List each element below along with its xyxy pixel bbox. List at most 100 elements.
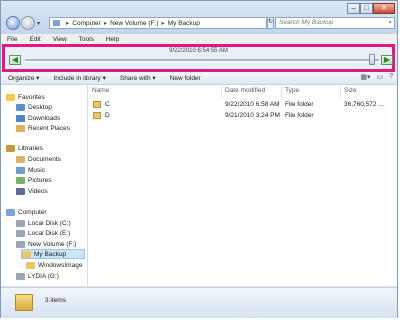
folder-icon xyxy=(93,112,101,119)
column-header-name[interactable]: Name xyxy=(92,87,109,97)
folder-icon xyxy=(22,250,31,258)
nav-label: Local Disk (C:) xyxy=(28,219,71,227)
file-name: C xyxy=(105,101,110,108)
change-view-icon[interactable]: ▦▾ xyxy=(360,73,370,81)
documents-icon xyxy=(16,155,25,163)
recent-pages-dropdown-icon[interactable]: ▾ xyxy=(37,20,40,27)
table-row[interactable]: C 9/22/2010 6:58 AM File folder 36,760,5… xyxy=(88,100,397,110)
nav-windowsimage[interactable]: WindowsImage xyxy=(26,260,82,270)
search-icon: ⌕ xyxy=(388,19,392,26)
search-placeholder: Search My Backup xyxy=(279,19,334,26)
column-header-size[interactable]: Size xyxy=(344,87,357,97)
refresh-icon[interactable]: ↻ xyxy=(267,17,274,29)
nav-local-disk-c[interactable]: Local Disk (C:) xyxy=(16,218,71,228)
breadcrumb-new-volume[interactable]: New Volume (F:) xyxy=(110,20,158,27)
address-bar[interactable]: ▸ Computer ▸ New Volume (F:) ▸ My Backup xyxy=(49,17,267,29)
videos-icon xyxy=(16,187,25,195)
file-type: File folder xyxy=(285,101,314,108)
nav-label: Favorites xyxy=(18,93,45,101)
column-header-type[interactable]: Type xyxy=(285,87,299,97)
nav-pictures[interactable]: Pictures xyxy=(16,175,51,185)
nav-downloads[interactable]: Downloads xyxy=(16,113,60,123)
breadcrumb-my-backup[interactable]: My Backup xyxy=(168,20,200,27)
back-button[interactable]: ‹ xyxy=(6,16,20,30)
nav-desktop[interactable]: Desktop xyxy=(16,102,52,112)
new-folder-button[interactable]: New folder xyxy=(163,75,208,82)
file-size: 36,760,572 ... xyxy=(344,101,384,108)
include-in-library-button[interactable]: Include in library ▾ xyxy=(46,74,112,82)
column-divider[interactable] xyxy=(221,86,222,98)
maximize-button[interactable]: □ xyxy=(360,3,373,14)
column-divider[interactable] xyxy=(340,86,341,98)
menu-tools[interactable]: Tools xyxy=(73,36,100,43)
nav-music[interactable]: Music xyxy=(16,165,45,175)
help-icon[interactable]: ? xyxy=(389,73,393,81)
nav-libraries[interactable]: Libraries xyxy=(6,143,43,153)
file-list: Name Date modified Type Size C 9/22/2010… xyxy=(88,85,397,286)
next-snapshot-button[interactable]: ▶ xyxy=(381,55,393,65)
pictures-icon xyxy=(16,176,25,184)
menu-edit[interactable]: Edit xyxy=(23,36,46,43)
organize-button[interactable]: Organize ▾ xyxy=(1,74,46,82)
column-header-date-modified[interactable]: Date modified xyxy=(225,87,265,97)
nav-label: Recent Places xyxy=(28,124,70,132)
nav-label: LYDIA (G:) xyxy=(28,272,59,280)
nav-label: WindowsImage xyxy=(38,261,83,269)
computer-icon xyxy=(53,20,60,26)
usb-drive-icon xyxy=(16,272,25,280)
nav-label: New Volume (F:) xyxy=(28,240,77,248)
nav-lydia-g[interactable]: LYDIA (G:) xyxy=(16,271,59,281)
breadcrumb-separator-icon: ▸ xyxy=(161,20,165,27)
close-button[interactable]: ✕ xyxy=(373,3,395,14)
drive-icon xyxy=(16,240,25,248)
computer-icon xyxy=(6,208,15,216)
nav-label: Desktop xyxy=(28,103,52,111)
previous-snapshot-button[interactable]: ◀ xyxy=(9,55,21,65)
recent-places-icon xyxy=(16,124,25,132)
menu-file[interactable]: File xyxy=(1,36,23,43)
timeline-timestamp: 9/22/2010 6:54:55 AM xyxy=(169,48,228,54)
folder-icon xyxy=(26,261,35,269)
nav-new-volume-f[interactable]: New Volume (F:) xyxy=(16,239,76,249)
nav-computer[interactable]: Computer xyxy=(6,207,47,217)
timeline-slider-thumb[interactable] xyxy=(368,54,375,65)
nav-label: My Backup xyxy=(34,250,67,258)
file-date: 9/22/2010 6:58 AM xyxy=(225,101,280,108)
nav-local-disk-e[interactable]: Local Disk (E:) xyxy=(16,228,70,238)
breadcrumb-computer[interactable]: Computer xyxy=(72,20,101,27)
explorer-window: – □ ✕ ‹ › ▾ ▸ Computer ▸ New Volume (F:)… xyxy=(0,0,398,318)
desktop-icon xyxy=(16,103,25,111)
file-name: D xyxy=(105,112,110,119)
star-icon xyxy=(6,93,15,101)
nav-videos[interactable]: Videos xyxy=(16,186,48,196)
nav-favorites[interactable]: Favorites xyxy=(6,92,45,102)
minimize-button[interactable]: – xyxy=(347,3,360,14)
nav-label: Videos xyxy=(28,187,48,195)
preview-pane-icon[interactable]: ▭ xyxy=(376,73,383,81)
command-bar: Organize ▾ Include in library ▾ Share wi… xyxy=(1,72,397,85)
nav-label: Downloads xyxy=(28,114,61,122)
nav-label: Pictures xyxy=(28,176,52,184)
share-with-button[interactable]: Share with ▾ xyxy=(113,74,163,82)
menu-view[interactable]: View xyxy=(47,36,73,43)
column-divider[interactable] xyxy=(281,86,282,98)
file-type: File folder xyxy=(285,112,314,119)
nav-documents[interactable]: Documents xyxy=(16,154,61,164)
nav-label: Computer xyxy=(18,208,47,216)
drive-icon xyxy=(16,229,25,237)
timeline-track[interactable] xyxy=(25,59,379,62)
menu-help[interactable]: Help xyxy=(100,36,125,43)
nav-label: Libraries xyxy=(18,144,43,152)
navigation-pane: Favorites Desktop Downloads Recent Place… xyxy=(1,85,88,286)
search-input[interactable]: Search My Backup ⌕ xyxy=(275,17,395,29)
forward-button[interactable]: › xyxy=(21,16,35,30)
nav-recent-places[interactable]: Recent Places xyxy=(16,123,70,133)
libraries-icon xyxy=(6,144,15,152)
table-row[interactable]: D 9/21/2010 3:24 PM File folder xyxy=(88,111,397,121)
downloads-icon xyxy=(16,114,25,122)
details-pane: 3 items xyxy=(1,287,397,318)
nav-label: Music xyxy=(28,166,45,174)
item-count: 3 items xyxy=(45,297,66,304)
drive-icon xyxy=(16,219,25,227)
nav-my-backup[interactable]: My Backup xyxy=(21,249,85,259)
